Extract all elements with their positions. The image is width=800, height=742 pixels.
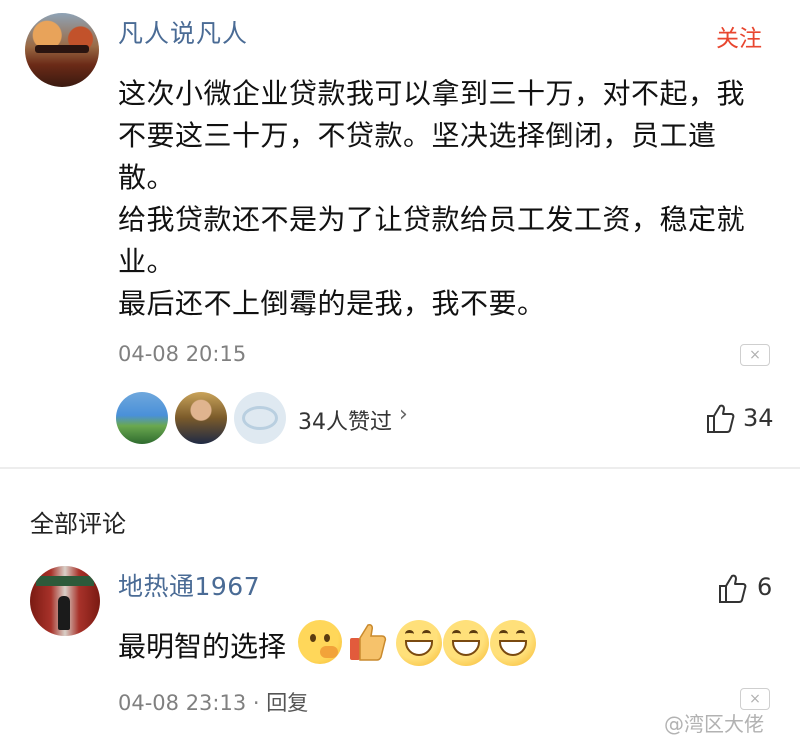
post-timestamp: 04-08 20:15 <box>118 342 247 366</box>
thinking-emoji-icon <box>298 620 342 664</box>
comment-text: 最明智的选择 <box>118 630 287 663</box>
comment-timestamp: 04-08 23:13 <box>118 691 247 715</box>
default-avatar-icon <box>242 406 278 430</box>
post-dismiss-button[interactable]: × <box>740 344 770 366</box>
close-icon: × <box>749 347 761 363</box>
post-author-name[interactable]: 凡人说凡人 <box>118 14 248 50</box>
reply-button[interactable]: 回复 <box>266 691 308 715</box>
comments-section-title: 全部评论 <box>30 510 126 538</box>
liker-avatar[interactable] <box>234 392 286 444</box>
comment-dismiss-button[interactable]: × <box>740 688 770 710</box>
liker-avatar[interactable] <box>175 392 227 444</box>
likers-summary-link[interactable]: 34人赞过 <box>298 404 392 436</box>
liker-avatar[interactable] <box>116 392 168 444</box>
post-text: 这次小微企业贷款我可以拿到三十万，对不起，我 不要这三十万，不贷款。坚决选择倒闭… <box>118 77 746 320</box>
comment-author-name[interactable]: 地热通1967 <box>118 567 260 603</box>
thumbs-up-icon[interactable] <box>716 572 748 604</box>
grin-emoji-icon <box>443 620 489 666</box>
meta-separator: · <box>246 691 267 715</box>
thumbs-up-emoji-icon <box>350 624 387 661</box>
chevron-right-icon[interactable]: › <box>399 402 408 427</box>
post-author-avatar[interactable] <box>25 13 99 87</box>
thumbs-up-icon[interactable] <box>704 402 736 434</box>
comment-meta: 04-08 23:13 · 回复 <box>118 687 308 717</box>
post-like-count: 34 <box>743 404 774 432</box>
comment-like-count: 6 <box>757 573 773 601</box>
watermark: @湾区大佬 <box>664 712 764 736</box>
grin-emoji-icon <box>396 620 442 666</box>
comment-author-avatar[interactable] <box>30 566 100 636</box>
close-icon: × <box>749 691 761 707</box>
grin-emoji-icon <box>490 620 536 666</box>
section-divider <box>0 467 800 469</box>
follow-button[interactable]: 关注 <box>716 19 762 53</box>
